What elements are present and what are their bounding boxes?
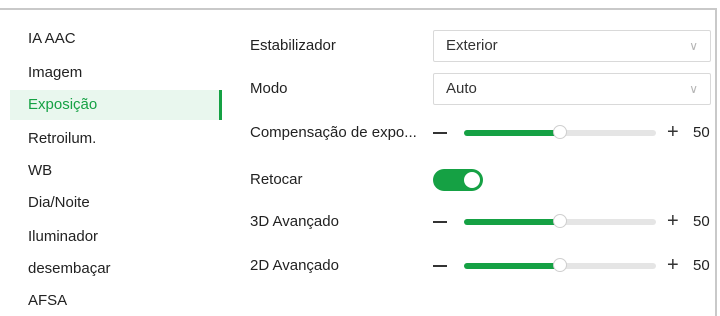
avancado-3d-label: 3D Avançado — [250, 213, 339, 230]
estabilizador-label: Estabilizador — [250, 37, 336, 54]
plus-icon[interactable]: + — [667, 122, 679, 142]
slider-fill — [464, 263, 560, 269]
retocar-label: Retocar — [250, 171, 303, 188]
slider-thumb[interactable] — [553, 125, 567, 139]
sidebar-item-ia-aac[interactable]: IA AAC — [10, 24, 222, 54]
slider-fill — [464, 130, 560, 136]
modo-value: Auto — [446, 80, 477, 97]
sidebar-item-afsa[interactable]: AFSA — [10, 286, 222, 316]
modo-label: Modo — [250, 80, 288, 97]
avancado-2d-label: 2D Avançado — [250, 257, 339, 274]
chevron-down-icon: ∨ — [689, 39, 698, 53]
compensacao-value: 50 — [693, 124, 710, 141]
slider-thumb[interactable] — [553, 214, 567, 228]
compensacao-label: Compensação de expo... — [250, 124, 417, 141]
minus-icon[interactable] — [433, 265, 447, 267]
toggle-knob — [464, 172, 480, 188]
sidebar-item-retroilum[interactable]: Retroilum. — [10, 124, 222, 154]
slider-fill — [464, 219, 560, 225]
minus-icon[interactable] — [433, 221, 447, 223]
avancado-3d-value: 50 — [693, 213, 710, 230]
sidebar-item-wb[interactable]: WB — [10, 156, 222, 186]
sidebar: IA AAC Imagem Exposição Retroilum. WB Di… — [0, 10, 224, 316]
avancado-2d-slider[interactable] — [464, 258, 656, 272]
avancado-2d-value: 50 — [693, 257, 710, 274]
sidebar-item-exposicao[interactable]: Exposição — [10, 90, 222, 120]
chevron-down-icon: ∨ — [689, 82, 698, 96]
sidebar-item-desembacar[interactable]: desembaçar — [10, 254, 222, 284]
minus-icon[interactable] — [433, 132, 447, 134]
slider-thumb[interactable] — [553, 258, 567, 272]
sidebar-item-dia-noite[interactable]: Dia/Noite — [10, 188, 222, 218]
estabilizador-value: Exterior — [446, 37, 498, 54]
sidebar-item-imagem[interactable]: Imagem — [10, 58, 222, 88]
estabilizador-select[interactable]: Exterior ∨ — [433, 30, 711, 62]
plus-icon[interactable]: + — [667, 211, 679, 231]
plus-icon[interactable]: + — [667, 255, 679, 275]
avancado-3d-slider[interactable] — [464, 214, 656, 228]
retocar-toggle[interactable] — [433, 169, 483, 191]
compensacao-slider[interactable] — [464, 125, 656, 139]
modo-select[interactable]: Auto ∨ — [433, 73, 711, 105]
sidebar-item-iluminador[interactable]: Iluminador — [10, 222, 222, 252]
